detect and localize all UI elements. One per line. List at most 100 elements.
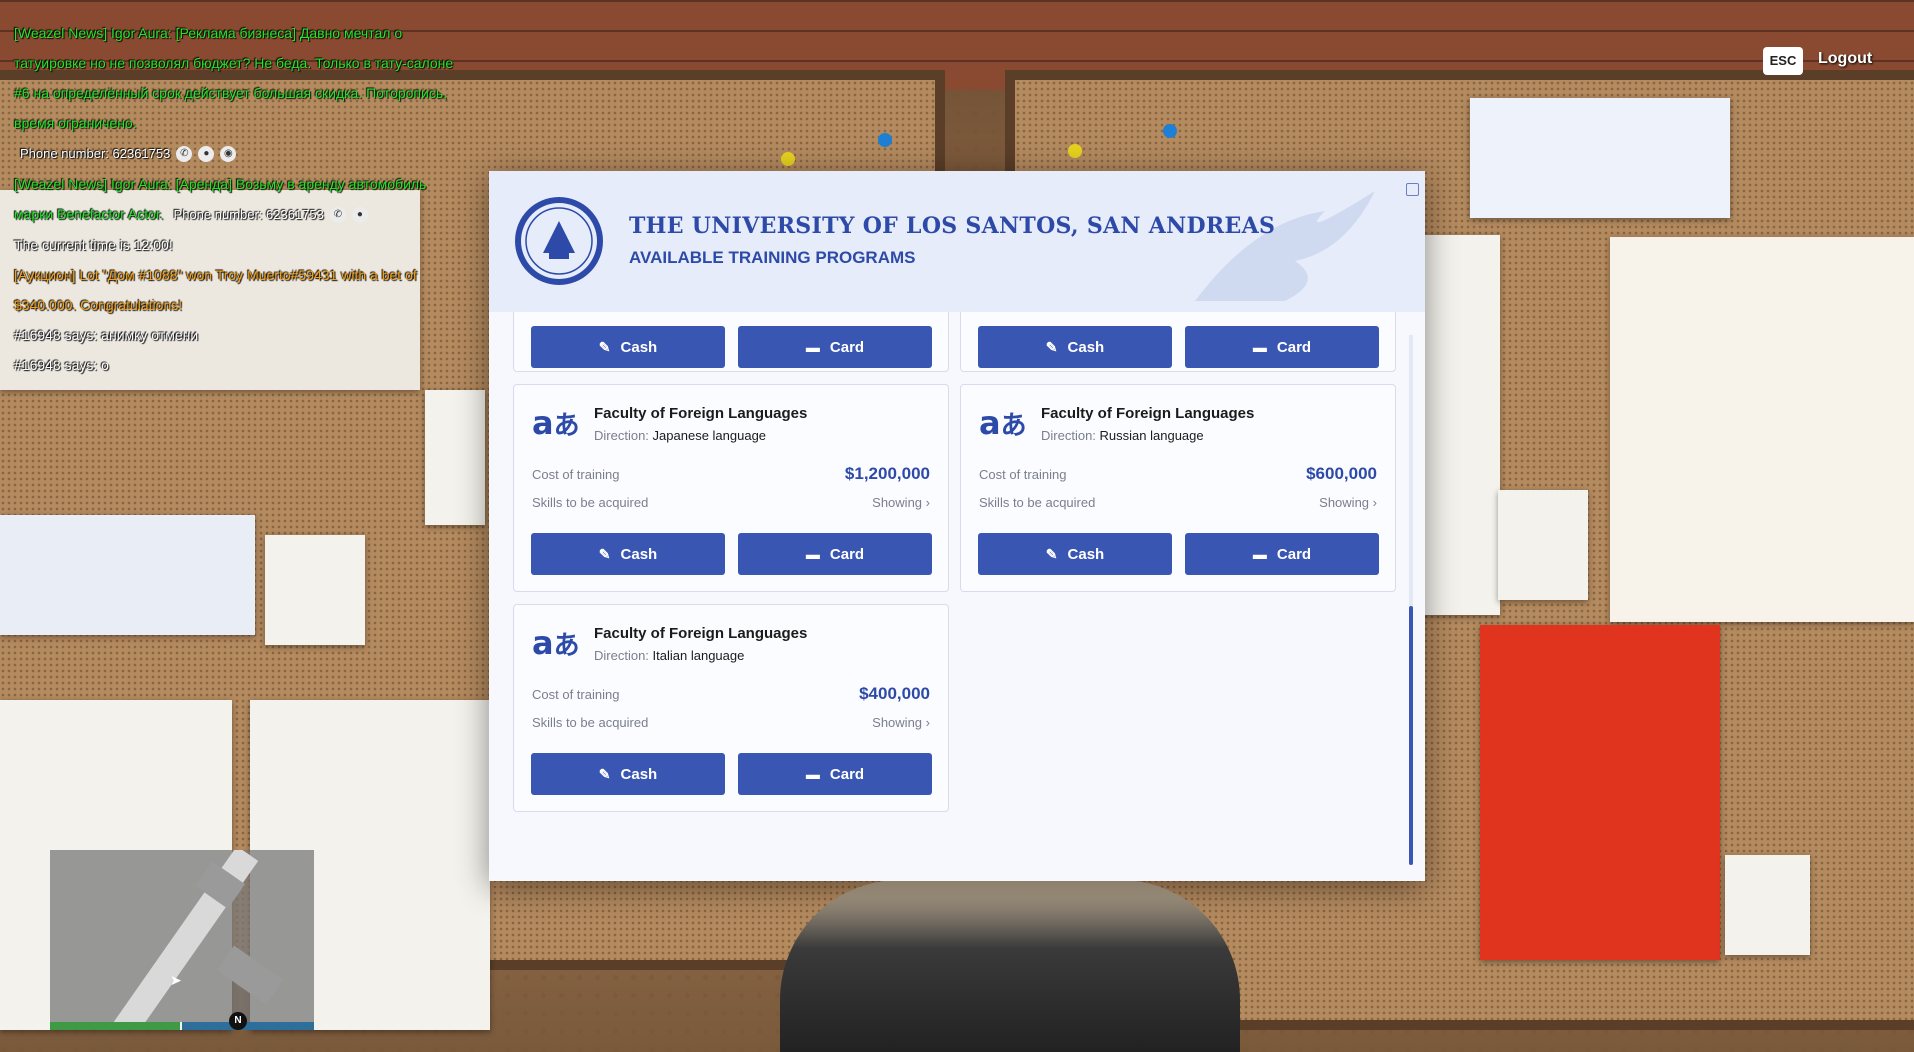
- showing-label: Showing: [872, 715, 923, 730]
- background-poster: [1725, 855, 1810, 955]
- pay-card-button[interactable]: ▬ Card: [1185, 533, 1379, 575]
- minimap: ➤: [50, 850, 314, 1022]
- language-icon: aあ: [532, 624, 580, 662]
- background-poster: [425, 390, 485, 525]
- language-icon: aあ: [532, 404, 580, 442]
- minimap-building: [216, 945, 284, 1005]
- showing-label: Showing: [1319, 495, 1370, 510]
- cash-icon: ✎: [598, 765, 611, 782]
- background-poster: [1420, 235, 1500, 615]
- cash-icon: ✎: [598, 338, 611, 355]
- modal-title: THE UNIVERSITY OF LOS SANTOS, SAN ANDREA…: [629, 213, 1276, 239]
- logout-button[interactable]: Logout: [1818, 50, 1872, 68]
- chat-message: [Weazel News] Igor Aura: [Аренда] Возьму…: [14, 169, 464, 230]
- skills-showing-toggle[interactable]: Showing ›: [1319, 495, 1377, 510]
- card-icon: ▬: [1252, 546, 1267, 562]
- direction-label: Direction:: [594, 648, 649, 663]
- card-icon: ▬: [805, 546, 820, 562]
- button-label: Card: [1276, 545, 1312, 563]
- language-icon: aあ: [979, 404, 1027, 442]
- background-poster: [1480, 625, 1720, 960]
- faculty-name: Faculty of Foreign Languages: [594, 405, 808, 422]
- background-pin: [1068, 144, 1082, 158]
- direction: Direction: Japanese language: [594, 428, 766, 443]
- player-character: [780, 880, 1240, 1052]
- button-label: Cash: [620, 338, 658, 356]
- button-label: Card: [829, 765, 865, 783]
- phone-number-text: Phone number: 62361753: [173, 207, 324, 222]
- direction-label: Direction:: [1041, 428, 1096, 443]
- pay-card-button[interactable]: ▬ Card: [738, 753, 932, 795]
- background-pin: [1163, 124, 1177, 138]
- chat-phone-row: Phone number: 62361753 ✆ ● ◉: [14, 138, 464, 169]
- background-pin: [781, 152, 795, 166]
- player-marker-icon: ➤: [170, 972, 182, 988]
- scrollbar-thumb[interactable]: [1409, 606, 1413, 865]
- chat-message: The current time is 12:00!: [14, 237, 173, 253]
- compass-north-icon: N: [229, 1012, 247, 1030]
- card-icon: ▬: [1252, 339, 1267, 355]
- chat-log: [Weazel News] Igor Aura: [Реклама бизнес…: [14, 18, 464, 380]
- call-icon[interactable]: ✆: [329, 207, 346, 223]
- chat-message: #16948 says: анимку отмени: [14, 327, 199, 343]
- button-label: Cash: [620, 545, 658, 563]
- skills-label: Skills to be acquired: [979, 495, 1096, 510]
- call-icon[interactable]: ✆: [176, 146, 193, 162]
- close-button[interactable]: [1406, 183, 1419, 196]
- esc-key-badge[interactable]: ESC: [1763, 47, 1803, 75]
- cash-icon: ✎: [598, 545, 611, 562]
- skills-label: Skills to be acquired: [532, 715, 649, 730]
- card-icon: ▬: [805, 339, 820, 355]
- program-card: aあ Faculty of Foreign Languages Directio…: [960, 384, 1396, 592]
- background-poster: [1610, 237, 1914, 622]
- cash-icon: ✎: [1045, 338, 1058, 355]
- pay-cash-button[interactable]: ✎ Cash: [978, 326, 1172, 368]
- pay-cash-button[interactable]: ✎ Cash: [531, 326, 725, 368]
- faculty-name: Faculty of Foreign Languages: [1041, 405, 1255, 422]
- button-label: Cash: [1067, 338, 1105, 356]
- pay-card-button[interactable]: ▬ Card: [1185, 326, 1379, 368]
- message-icon[interactable]: ●: [198, 146, 215, 162]
- phone-number: Phone number: 62361753 ✆ ● ◉: [20, 139, 237, 169]
- modal-subtitle: AVAILABLE TRAINING PROGRAMS: [629, 248, 916, 267]
- direction: Direction: Italian language: [594, 648, 744, 663]
- program-card: ✎ Cash ▬ Card: [513, 312, 949, 372]
- pay-cash-button[interactable]: ✎ Cash: [531, 533, 725, 575]
- button-label: Cash: [1067, 545, 1105, 563]
- cash-icon: ✎: [1045, 545, 1058, 562]
- chevron-right-icon: ›: [925, 715, 930, 730]
- skills-showing-toggle[interactable]: Showing ›: [872, 495, 930, 510]
- message-icon[interactable]: ●: [351, 207, 368, 223]
- direction-value: Italian language: [652, 648, 745, 663]
- skills-showing-toggle[interactable]: Showing ›: [872, 715, 930, 730]
- phone-number-text: Phone number: 62361753: [20, 146, 171, 161]
- program-card: ✎ Cash ▬ Card: [960, 312, 1396, 372]
- program-card: aあ Faculty of Foreign Languages Directio…: [513, 384, 949, 592]
- button-label: Card: [1276, 338, 1312, 356]
- pay-card-button[interactable]: ▬ Card: [738, 533, 932, 575]
- modal-header: THE UNIVERSITY OF LOS SANTOS, SAN ANDREA…: [489, 171, 1425, 312]
- background-poster: [1470, 98, 1730, 218]
- cost-label: Cost of training: [979, 467, 1067, 482]
- background-poster: [1498, 490, 1588, 600]
- programs-list[interactable]: ✎ Cash ▬ Card ✎ Cash ▬ Card aあ Faculty of Fo…: [513, 312, 1401, 881]
- health-bar: [50, 1022, 180, 1030]
- chat-message: [Weazel News] Igor Aura: [Реклама бизнес…: [14, 25, 454, 131]
- armor-bar: [182, 1022, 314, 1030]
- price: $400,000: [859, 684, 930, 703]
- button-label: Card: [829, 545, 865, 563]
- university-seal-icon: [515, 197, 603, 285]
- pay-cash-button[interactable]: ✎ Cash: [978, 533, 1172, 575]
- pay-card-button[interactable]: ▬ Card: [738, 326, 932, 368]
- chat-message: #16948 says: o: [14, 357, 109, 373]
- background-pin: [878, 133, 892, 147]
- university-modal: THE UNIVERSITY OF LOS SANTOS, SAN ANDREA…: [489, 171, 1425, 881]
- location-icon[interactable]: ◉: [220, 146, 237, 162]
- button-label: Cash: [620, 765, 658, 783]
- cost-label: Cost of training: [532, 687, 620, 702]
- direction-value: Japanese language: [652, 428, 767, 443]
- direction-label: Direction:: [594, 428, 649, 443]
- pay-cash-button[interactable]: ✎ Cash: [531, 753, 725, 795]
- price: $600,000: [1306, 464, 1377, 483]
- price: $1,200,000: [844, 464, 930, 483]
